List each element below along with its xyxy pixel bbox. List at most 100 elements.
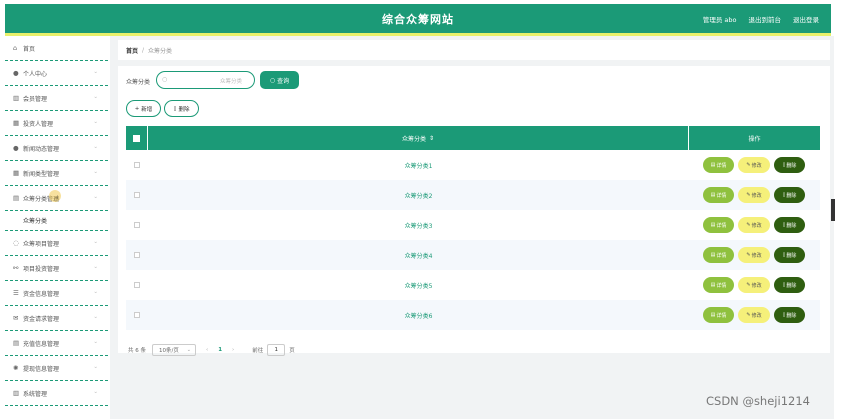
sidebar-item-1[interactable]: ● 个人中心 ⌄ [5, 61, 108, 86]
row-checkbox[interactable] [126, 210, 148, 240]
plus-icon: + [134, 105, 140, 112]
sidebar-item-a3[interactable]: ✉ 资金请求管理 ⌄ [5, 306, 108, 331]
prev-page-button[interactable]: ‹ [206, 347, 208, 353]
edit-button[interactable]: ✎ 修改 [738, 187, 770, 203]
sidebar-item-label: 个人中心 [23, 70, 48, 78]
scrollbar-thumb[interactable] [831, 199, 835, 221]
breadcrumb-home[interactable]: 首页 [126, 46, 138, 55]
next-page-button[interactable]: › [232, 347, 234, 353]
sidebar-item-a4[interactable]: ▤ 充值信息管理 ⌄ [5, 331, 108, 356]
delete-button[interactable]: ▯ 删除 [774, 277, 805, 293]
watermark: CSDN @sheji1214 [706, 394, 810, 408]
sidebar-item-3[interactable]: ▦ 投资人管理 ⌄ [5, 111, 108, 136]
gear-icon: ✺ [13, 364, 19, 372]
sidebar-item-a2[interactable]: ☰ 资金信息管理 ⌄ [5, 281, 108, 306]
current-page[interactable]: 1 [218, 347, 222, 353]
sidebar-item-label: 充值信息管理 [23, 340, 60, 348]
goto-page-value: 1 [274, 347, 279, 353]
sidebar-item-2[interactable]: ▥ 会员管理 ⌄ [5, 86, 108, 111]
row-checkbox[interactable] [126, 150, 148, 180]
delete-button[interactable]: ▯ 删除 [774, 307, 805, 323]
pager-total: 共 6 条 [128, 348, 146, 354]
edit-button[interactable]: ✎ 修改 [738, 277, 770, 293]
row-checkbox[interactable] [126, 300, 148, 330]
invest-icon: ⚯ [13, 264, 19, 272]
row-category-name: 众筹分类5 [404, 282, 433, 290]
table-row: 众筹分类4 ▤ 详情 ✎ 修改 ▯ 删除 [126, 240, 820, 270]
row-category-name: 众筹分类4 [404, 252, 433, 260]
sidebar-item-a0[interactable]: ◌ 众筹项目管理 ⌄ [5, 231, 108, 256]
detail-label: 详情 [716, 222, 727, 229]
sidebar-item-label: 新闻动态管理 [23, 145, 60, 153]
sort-icon: ⇕ [428, 134, 435, 142]
detail-button[interactable]: ▤ 详情 [703, 307, 734, 323]
chevron-down-icon: ⌄ [93, 169, 98, 175]
delete-button[interactable]: ▯ 删除 [774, 247, 805, 263]
search-input[interactable]: ○ 众筹分类 [156, 71, 255, 89]
detail-button[interactable]: ▤ 详情 [703, 247, 734, 263]
sidebar-item-a1[interactable]: ⚯ 项目投资管理 ⌄ [5, 256, 108, 281]
sidebar-item-0[interactable]: ⌂ 首页 [5, 36, 108, 61]
sidebar-item-5[interactable]: ▦ 新闻类型管理 ⌄ [5, 161, 108, 186]
search-button-label: 查询 [277, 77, 290, 85]
delete-button[interactable]: ▯ 删除 [774, 217, 805, 233]
person-icon: ● [13, 144, 19, 152]
doc-icon: ▤ [710, 162, 716, 168]
edit-button[interactable]: ✎ 修改 [738, 247, 770, 263]
sidebar-item-a6[interactable]: ▥ 系统管理 ⌄ [5, 381, 108, 406]
search-button[interactable]: ○ 查询 [260, 71, 299, 89]
detail-label: 详情 [716, 192, 727, 199]
delete-button[interactable]: ▯ 删除 [774, 187, 805, 203]
detail-button[interactable]: ▤ 详情 [703, 187, 734, 203]
add-button-label: 新增 [141, 106, 153, 113]
bar-chart-icon: ▥ [13, 389, 20, 397]
table-body: 众筹分类1 ▤ 详情 ✎ 修改 ▯ 删除 众筹分类2 ▤ 详情 ✎ 修改 ▯ 删除 众筹分类3 ▤ 详情 ✎ 修改 ▯… [126, 150, 820, 330]
edit-label: 修改 [751, 222, 762, 229]
row-category-name: 众筹分类1 [404, 162, 433, 170]
sidebar-item-6[interactable]: ▤ 众筹分类管理 ⌄ ☝ [5, 186, 108, 211]
add-button[interactable]: + 新增 [126, 100, 161, 117]
detail-label: 详情 [716, 282, 727, 289]
row-checkbox[interactable] [126, 240, 148, 270]
trash-icon: ▯ [782, 192, 786, 198]
checkbox-box [133, 134, 140, 142]
checkbox-box [134, 162, 140, 168]
delete-button[interactable]: ▯ 删除 [774, 157, 805, 173]
sidebar-item-label: 资金信息管理 [23, 290, 60, 298]
admin-user-link[interactable]: 管理员 abo [703, 14, 737, 24]
exit-to-front-link[interactable]: 退出到前台 [749, 14, 782, 24]
batch-delete-label: 删除 [178, 106, 190, 113]
edit-button[interactable]: ✎ 修改 [738, 157, 770, 173]
edit-button[interactable]: ✎ 修改 [738, 307, 770, 323]
search-placeholder: 众筹分类 [219, 79, 242, 85]
logout-link[interactable]: 退出登录 [793, 14, 819, 24]
detail-button[interactable]: ▤ 详情 [703, 217, 734, 233]
row-actions: ▤ 详情 ✎ 修改 ▯ 删除 [689, 270, 820, 300]
sidebar-subitem-category[interactable]: 众筹分类 [5, 211, 108, 231]
row-checkbox[interactable] [126, 270, 148, 300]
content-card: 众筹分类 ○ 众筹分类 ○ 查询 + 新增 ▯ 删除 众筹分类 ⇕ 操作 众筹分… [118, 66, 830, 356]
detail-button[interactable]: ▤ 详情 [703, 277, 734, 293]
chevron-down-icon: ⌄ [93, 69, 98, 75]
sidebar-item-a5[interactable]: ✺ 提现信息管理 ⌄ [5, 356, 108, 381]
batch-delete-button[interactable]: ▯ 删除 [164, 100, 199, 117]
sidebar-item-label: 系统管理 [23, 390, 48, 398]
edit-button[interactable]: ✎ 修改 [738, 217, 770, 233]
pencil-icon: ✎ [746, 162, 751, 168]
doc-icon: ▤ [710, 282, 716, 288]
select-all-checkbox[interactable] [126, 126, 148, 150]
row-checkbox[interactable] [126, 180, 148, 210]
sidebar-item-label: 众筹项目管理 [23, 240, 60, 248]
search-icon: ○ [269, 76, 276, 84]
page-size-select[interactable]: 10条/页 ⌄ [152, 344, 196, 356]
sidebar-item-label: 资金请求管理 [23, 315, 60, 323]
goto-page-input[interactable]: 1 [267, 344, 286, 356]
detail-button[interactable]: ▤ 详情 [703, 157, 734, 173]
chart-icon: ▥ [13, 94, 20, 102]
checkbox-box [134, 192, 140, 198]
sidebar-item-4[interactable]: ● 新闻动态管理 ⌄ [5, 136, 108, 161]
column-header-name[interactable]: 众筹分类 ⇕ [148, 126, 689, 150]
sidebar-item-label: 新闻类型管理 [23, 170, 60, 178]
checkbox-box [134, 282, 140, 288]
chevron-down-icon: ⌄ [186, 347, 191, 353]
